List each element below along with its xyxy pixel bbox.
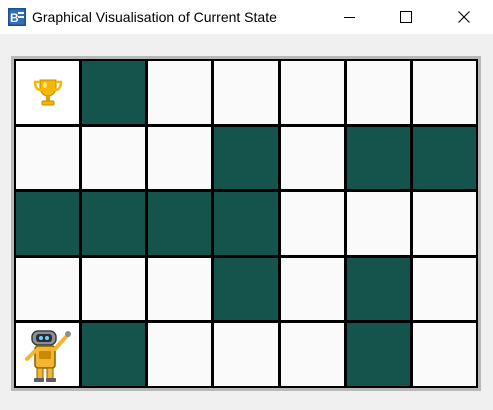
grid-cell-empty[interactable] — [16, 126, 80, 190]
app-icon: B — [8, 8, 26, 26]
grid-cell-wall[interactable] — [82, 323, 146, 386]
minimize-icon — [344, 17, 355, 18]
grid-cell-empty[interactable] — [412, 323, 476, 386]
trophy-icon — [33, 79, 62, 106]
grid-cell-empty[interactable] — [148, 61, 212, 124]
robot-icon — [24, 329, 71, 382]
maximize-button[interactable] — [383, 0, 429, 34]
app-window: B Graphical Visualisation of Current Sta… — [0, 0, 493, 410]
grid-cell-wall[interactable] — [214, 257, 278, 321]
grid-cell-empty[interactable] — [412, 61, 476, 124]
grid-cell-empty[interactable] — [412, 257, 476, 321]
close-button[interactable] — [441, 0, 487, 34]
grid-cell-wall[interactable] — [82, 61, 146, 124]
grid-cell-empty[interactable] — [16, 257, 80, 321]
grid-cell-wall[interactable] — [214, 126, 278, 190]
minimize-button[interactable] — [327, 0, 373, 34]
grid-cell-empty[interactable] — [82, 126, 146, 190]
close-icon — [458, 11, 470, 23]
grid-cell-empty[interactable] — [280, 323, 344, 386]
grid-cell-wall[interactable] — [346, 126, 410, 190]
grid-cell-wall[interactable] — [412, 126, 476, 190]
grid-cell-wall[interactable] — [82, 192, 146, 255]
grid-cell-empty[interactable] — [412, 192, 476, 255]
grid-cell-empty[interactable] — [280, 192, 344, 255]
grid-cell-wall[interactable] — [214, 192, 278, 255]
grid-board — [14, 59, 478, 388]
maximize-icon — [400, 11, 412, 23]
window-title: Graphical Visualisation of Current State — [32, 9, 277, 25]
grid-cell-empty[interactable] — [82, 257, 146, 321]
grid-cell-wall[interactable] — [346, 323, 410, 386]
grid-cell-wall[interactable] — [148, 192, 212, 255]
title-bar[interactable]: B Graphical Visualisation of Current Sta… — [0, 0, 493, 34]
svg-text:B: B — [10, 11, 19, 25]
grid-cell-empty[interactable] — [148, 257, 212, 321]
grid-cell-empty[interactable] — [280, 257, 344, 321]
grid-cell-empty[interactable] — [346, 192, 410, 255]
grid-cell-empty[interactable] — [214, 323, 278, 386]
grid-cell-empty[interactable] — [148, 323, 212, 386]
grid-cell-empty[interactable] — [280, 61, 344, 124]
grid-cell-empty[interactable] — [280, 126, 344, 190]
grid-cell-wall[interactable] — [346, 257, 410, 321]
grid-cell-agent[interactable] — [16, 323, 80, 386]
grid-cell-wall[interactable] — [16, 192, 80, 255]
grid-cell-empty[interactable] — [148, 126, 212, 190]
grid-cell-empty[interactable] — [214, 61, 278, 124]
grid-cell-empty[interactable] — [346, 61, 410, 124]
grid-cell-goal[interactable] — [16, 61, 80, 124]
